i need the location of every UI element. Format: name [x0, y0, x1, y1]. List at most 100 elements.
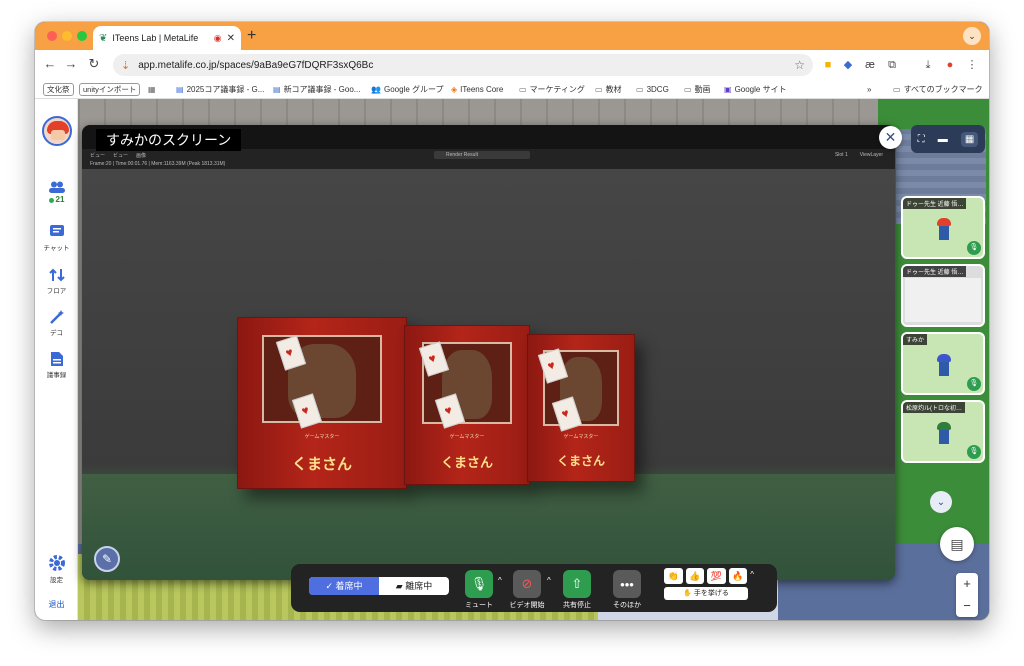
bookmark-item[interactable]: unityインポート	[79, 82, 141, 96]
sidebar-item-minutes[interactable]: 議事録	[35, 351, 78, 379]
folder-icon: ▭	[893, 84, 901, 94]
close-window-button[interactable]	[47, 31, 57, 41]
blender-header: ビュー ビュー 画像 Render Result Slot 1 ViewLaye…	[82, 149, 895, 169]
reactions-caret[interactable]: ^	[750, 570, 754, 586]
new-tab-button[interactable]: +	[247, 26, 256, 46]
bookmark-folder[interactable]: ▭ 教材	[595, 82, 622, 96]
bookmark-folder[interactable]: ▭ マーケティング	[519, 82, 585, 96]
grid-layout-icon[interactable]: ▦	[960, 131, 979, 147]
video-options-caret[interactable]: ^	[547, 576, 551, 585]
layout-switcher: ⛶ ▬ ▦	[911, 125, 985, 153]
tab-search-button[interactable]: ⌄	[963, 27, 981, 45]
groups-icon: 👥	[371, 84, 381, 94]
control-bar: ✓ 着席中 ▰ 離席中 🎙 ミュート ^ ⊘ ビデオ開始 ^ ⇧ 共有停止 ••…	[291, 564, 777, 612]
bookmark-item[interactable]: ▤ 新コア議事録 - Goo...	[273, 82, 360, 96]
sidebar-item-chat[interactable]: チャット	[35, 224, 78, 252]
bookmark-item[interactable]: 文化祭	[43, 82, 74, 96]
mute-button[interactable]: 🎙 ミュート	[461, 570, 497, 610]
participant-tile[interactable]: ドゥー先生 近藤 悟…	[901, 264, 985, 327]
bookmark-item[interactable]: ◈ ITeens Core	[451, 82, 503, 96]
fullscreen-icon[interactable]: ⛶	[918, 134, 925, 145]
sidebar-item-deco[interactable]: デコ	[35, 309, 78, 337]
docs-icon: ▤	[273, 84, 281, 94]
settings-button[interactable]: 設定	[35, 554, 78, 584]
recording-icon: ◉	[213, 32, 222, 43]
minimize-window-button[interactable]	[62, 31, 72, 41]
fire-icon[interactable]: 🔥	[728, 568, 748, 584]
close-tab-icon[interactable]: ✕	[227, 33, 235, 44]
document-icon[interactable]: ▤	[940, 527, 974, 561]
bookmark-folder[interactable]: ▭ 動画	[684, 82, 711, 96]
more-options-button[interactable]: ••• そのほか	[609, 570, 645, 610]
forward-button[interactable]: →	[62, 56, 80, 71]
active-tab[interactable]: ❦ ITeens Lab | MetaLife ◉ ✕	[93, 26, 241, 50]
stop-share-button[interactable]: ⇧ 共有停止	[559, 570, 595, 610]
zoom-in-button[interactable]: +	[956, 573, 978, 595]
bookmarks-overflow[interactable]: »	[867, 82, 871, 96]
strip-layout-icon[interactable]: ▬	[938, 134, 948, 145]
scroll-down-chevron-icon[interactable]: ⌄	[930, 491, 952, 513]
video-start-button[interactable]: ⊘ ビデオ開始	[509, 570, 545, 610]
profile-avatar-icon[interactable]: ●	[943, 58, 957, 72]
extension-icon[interactable]: ■	[821, 58, 835, 72]
present-button[interactable]: ✓ 着席中	[309, 577, 379, 595]
members-count: 21	[55, 195, 65, 204]
extensions-puzzle-icon[interactable]: ⧉	[885, 58, 899, 72]
reaction-panel: 👏 👍 💯 🔥 ^ ✋ 手を挙げる	[664, 568, 754, 600]
extension-ae-icon[interactable]: æ	[863, 58, 877, 72]
mic-on-icon: 🎙	[967, 241, 981, 255]
presence-toggle: ✓ 着席中 ▰ 離席中	[309, 577, 449, 595]
annotate-pen-button[interactable]: ✎	[94, 546, 120, 572]
participant-tile[interactable]: すみか 🎙	[901, 332, 985, 395]
participant-screen-thumb	[905, 278, 981, 322]
tab-strip: ❦ ITeens Lab | MetaLife ◉ ✕ + ⌄	[35, 22, 989, 50]
upload-icon: ⇧	[563, 570, 591, 598]
hundred-icon[interactable]: 💯	[707, 568, 726, 584]
render-viewport: ゲームマスター くまさん ゲームマスター くまさん ゲームマスター くまさん	[82, 169, 895, 580]
translate-icon[interactable]: ◆	[841, 58, 855, 72]
thumbs-up-icon[interactable]: 👍	[685, 568, 705, 584]
site-info-icon[interactable]: ⇣	[121, 59, 130, 72]
url-text: app.metalife.co.jp/spaces/9aBa9eG7fDQRF3…	[138, 59, 374, 71]
menu-dots-icon[interactable]: ⋮	[965, 58, 979, 72]
back-button[interactable]: ←	[41, 56, 59, 71]
participant-tile[interactable]: 松原灼ル(トロな初… 🎙	[901, 400, 985, 463]
close-screen-share-button[interactable]: ✕	[879, 126, 902, 149]
video-off-icon: ⊘	[513, 570, 541, 598]
mic-options-caret[interactable]: ^	[498, 576, 502, 585]
participant-name: ドゥー先生 近藤 悟…	[903, 266, 967, 277]
folder-icon: ▭	[595, 84, 603, 94]
away-button[interactable]: ▰ 離席中	[379, 577, 449, 595]
bookmark-item[interactable]: ▤ 2025コア議事録 - G...	[176, 82, 264, 96]
members-button[interactable]: 21	[35, 181, 78, 204]
browser-window: ❦ ITeens Lab | MetaLife ◉ ✕ + ⌄ ← → ↻ ⇣ …	[35, 22, 989, 620]
leave-button[interactable]: 退出	[35, 599, 78, 610]
zoom-out-button[interactable]: −	[956, 595, 978, 617]
participant-tile[interactable]: ドゥー先生 近藤 悟… 🎙	[901, 196, 985, 259]
my-avatar[interactable]	[42, 116, 72, 146]
folder-icon: ▭	[636, 84, 644, 94]
screen-share-panel[interactable]: すみかのスクリーン ビュー ビュー 画像 Render Result Slot …	[82, 125, 895, 580]
folder-icon: ▭	[684, 84, 692, 94]
bookmark-star-icon[interactable]: ☆	[794, 58, 805, 72]
bookmark-item[interactable]: 👥 Google グループ	[371, 82, 444, 96]
reload-button[interactable]: ↻	[85, 56, 103, 72]
diamond-icon: ◈	[451, 84, 458, 94]
deco-icon	[49, 310, 64, 324]
members-icon	[48, 181, 65, 193]
bookmark-folder[interactable]: ▭ 3DCG	[636, 82, 669, 96]
apps-grid-icon[interactable]: ▦	[148, 82, 156, 96]
minutes-icon	[50, 352, 63, 366]
maximize-window-button[interactable]	[77, 31, 87, 41]
raise-hand-button[interactable]: ✋ 手を挙げる	[664, 587, 748, 600]
participant-name: ドゥー先生 近藤 悟…	[903, 198, 967, 209]
metalife-app: 21 チャット フロア デコ 議事録 設定 退出 すみかのスクリーン ビュー ビ…	[35, 99, 989, 620]
sidebar: 21 チャット フロア デコ 議事録 設定 退出	[35, 99, 78, 620]
clap-icon[interactable]: 👏	[664, 568, 683, 584]
all-bookmarks-folder[interactable]: ▭ すべてのブックマーク	[893, 82, 983, 96]
address-bar[interactable]: ⇣ app.metalife.co.jp/spaces/9aBa9eG7fDQR…	[113, 54, 813, 76]
bookmark-item[interactable]: ▣ Google サイト	[724, 82, 787, 96]
tab-title: ITeens Lab | MetaLife	[112, 33, 199, 43]
sidebar-item-floor[interactable]: フロア	[35, 267, 78, 295]
download-icon[interactable]: ⤓	[921, 58, 935, 72]
